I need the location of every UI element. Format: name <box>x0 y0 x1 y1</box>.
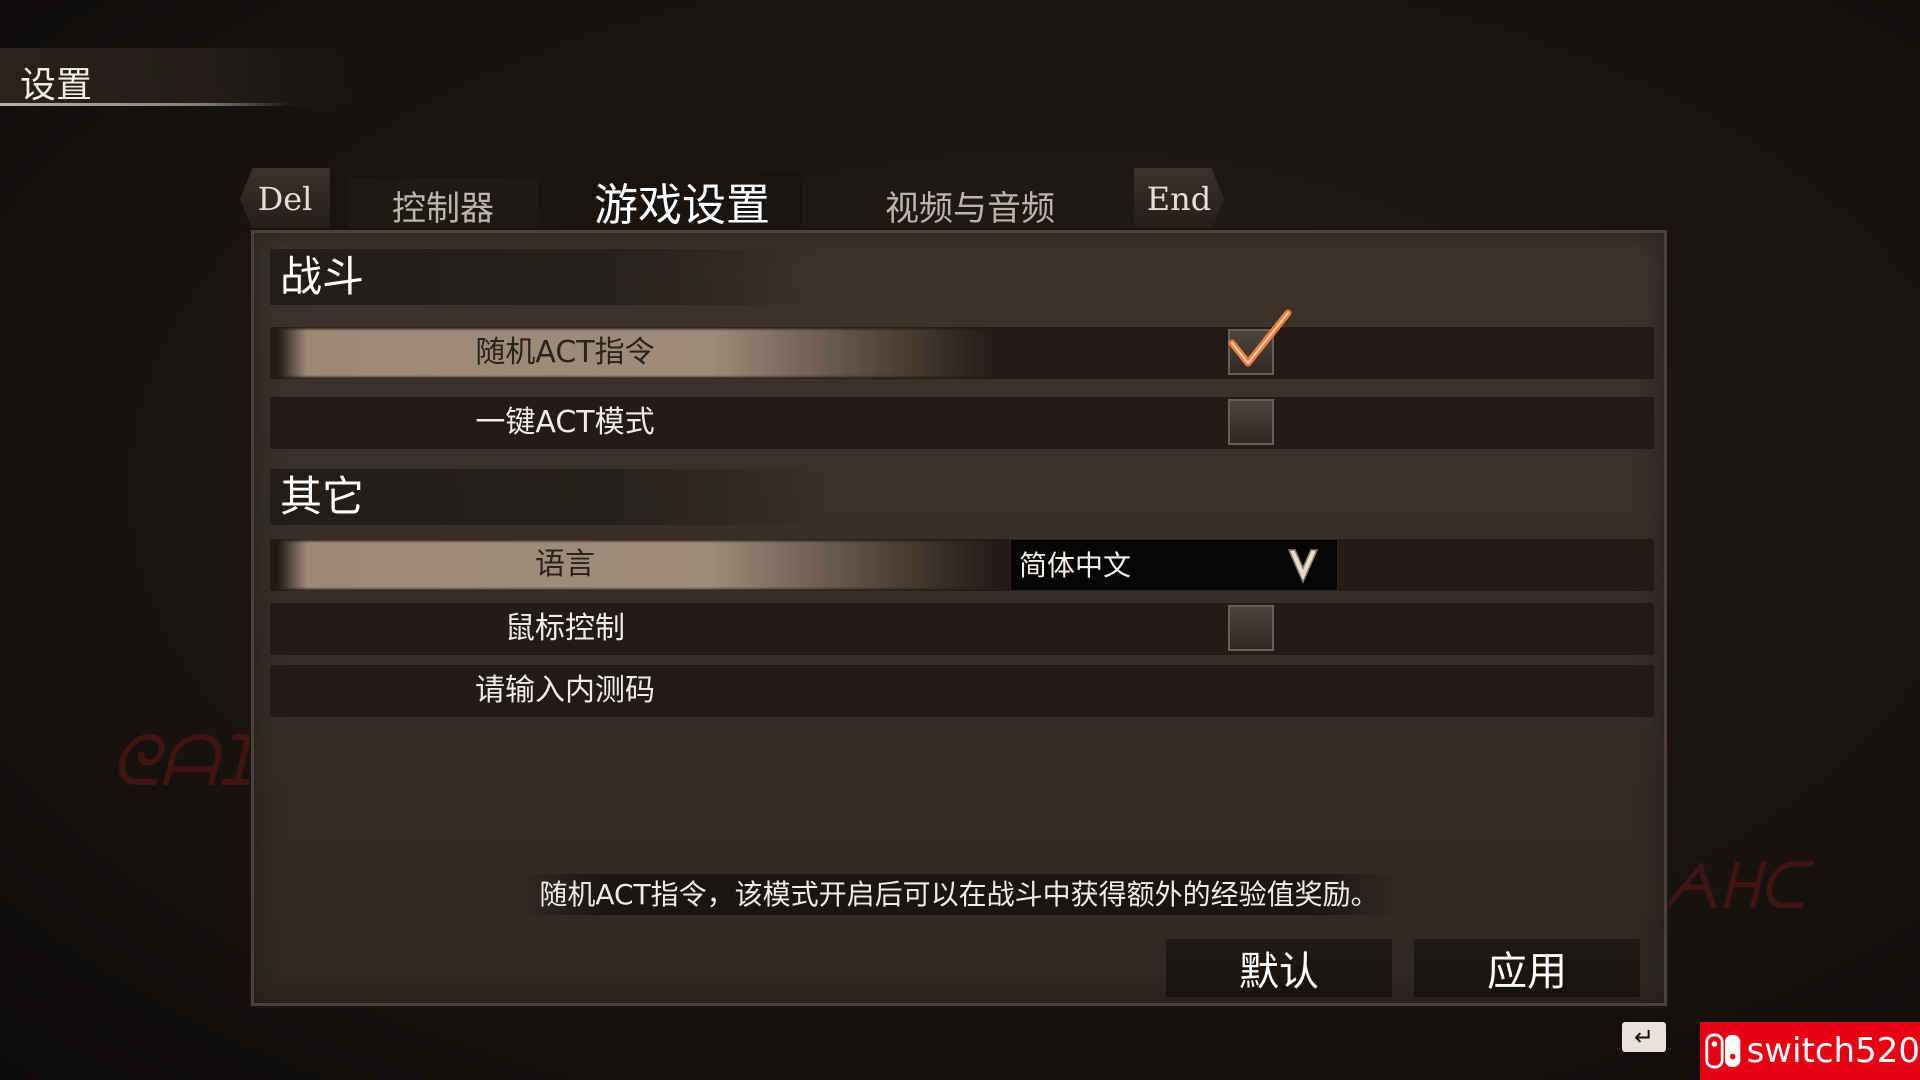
settings-tabs: Del 控制器 游戏设置 视频与音频 End <box>240 168 1230 232</box>
switch-logo-icon <box>1705 1033 1741 1069</box>
one-key-act-checkbox[interactable] <box>1228 399 1274 445</box>
setting-label: 鼠标控制 <box>505 611 625 646</box>
language-dropdown[interactable]: 简体中文 <box>1010 539 1338 591</box>
apply-button[interactable]: 应用 <box>1414 939 1640 997</box>
setting-label: 一键ACT模式 <box>475 405 655 440</box>
setting-row-one-key-act[interactable]: 一键ACT模式 <box>270 397 1654 449</box>
random-act-checkbox[interactable] <box>1228 309 1292 375</box>
enter-key-icon: ↵ <box>1622 1022 1666 1052</box>
setting-row-mouse-control[interactable]: 鼠标控制 <box>270 603 1654 655</box>
setting-label: 语言 <box>535 547 595 582</box>
title-underline <box>0 103 290 106</box>
setting-label: 随机ACT指令 <box>475 335 655 370</box>
setting-label: 请输入内测码 <box>475 673 655 708</box>
setting-row-beta-code[interactable]: 请输入内测码 <box>270 665 1654 717</box>
setting-description: 随机ACT指令，该模式开启后可以在战斗中获得额外的经验值奖励。 <box>254 873 1664 915</box>
tab-controller[interactable]: 控制器 <box>348 178 538 232</box>
page-title: 设置 <box>20 65 93 106</box>
settings-panel: 战斗 随机ACT指令 一键ACT模式 其它 语言 简体中文 鼠标控制 请输入内测… <box>251 230 1667 1006</box>
mouse-control-checkbox[interactable] <box>1228 605 1274 651</box>
bottom-key-hints: ↵ <box>1622 1022 1678 1052</box>
tab-video-audio[interactable]: 视频与音频 <box>820 178 1120 232</box>
section-header-combat: 战斗 <box>270 249 830 305</box>
setting-row-language[interactable]: 语言 简体中文 <box>270 539 1654 591</box>
tab-prev-key[interactable]: Del <box>240 168 330 230</box>
brand-watermark: switch520 <box>1700 1022 1920 1080</box>
tab-game-settings[interactable]: 游戏设置 <box>562 170 802 232</box>
brand-text: switch520 <box>1746 1031 1920 1071</box>
default-button[interactable]: 默认 <box>1166 939 1392 997</box>
setting-row-random-act[interactable]: 随机ACT指令 <box>270 309 1654 379</box>
tab-next-key[interactable]: End <box>1134 168 1224 230</box>
section-header-other: 其它 <box>270 469 830 525</box>
chevron-down-icon <box>1287 549 1319 584</box>
language-value: 简体中文 <box>1019 549 1132 582</box>
page-title-bar: 设置 <box>0 48 360 106</box>
checkmark-icon <box>1228 309 1292 367</box>
hint-text: 随机ACT指令，该模式开启后可以在战斗中获得额外的经验值奖励。 <box>519 874 1399 915</box>
background-scribble-right: ᗅᕼᑕ <box>1660 850 1806 924</box>
